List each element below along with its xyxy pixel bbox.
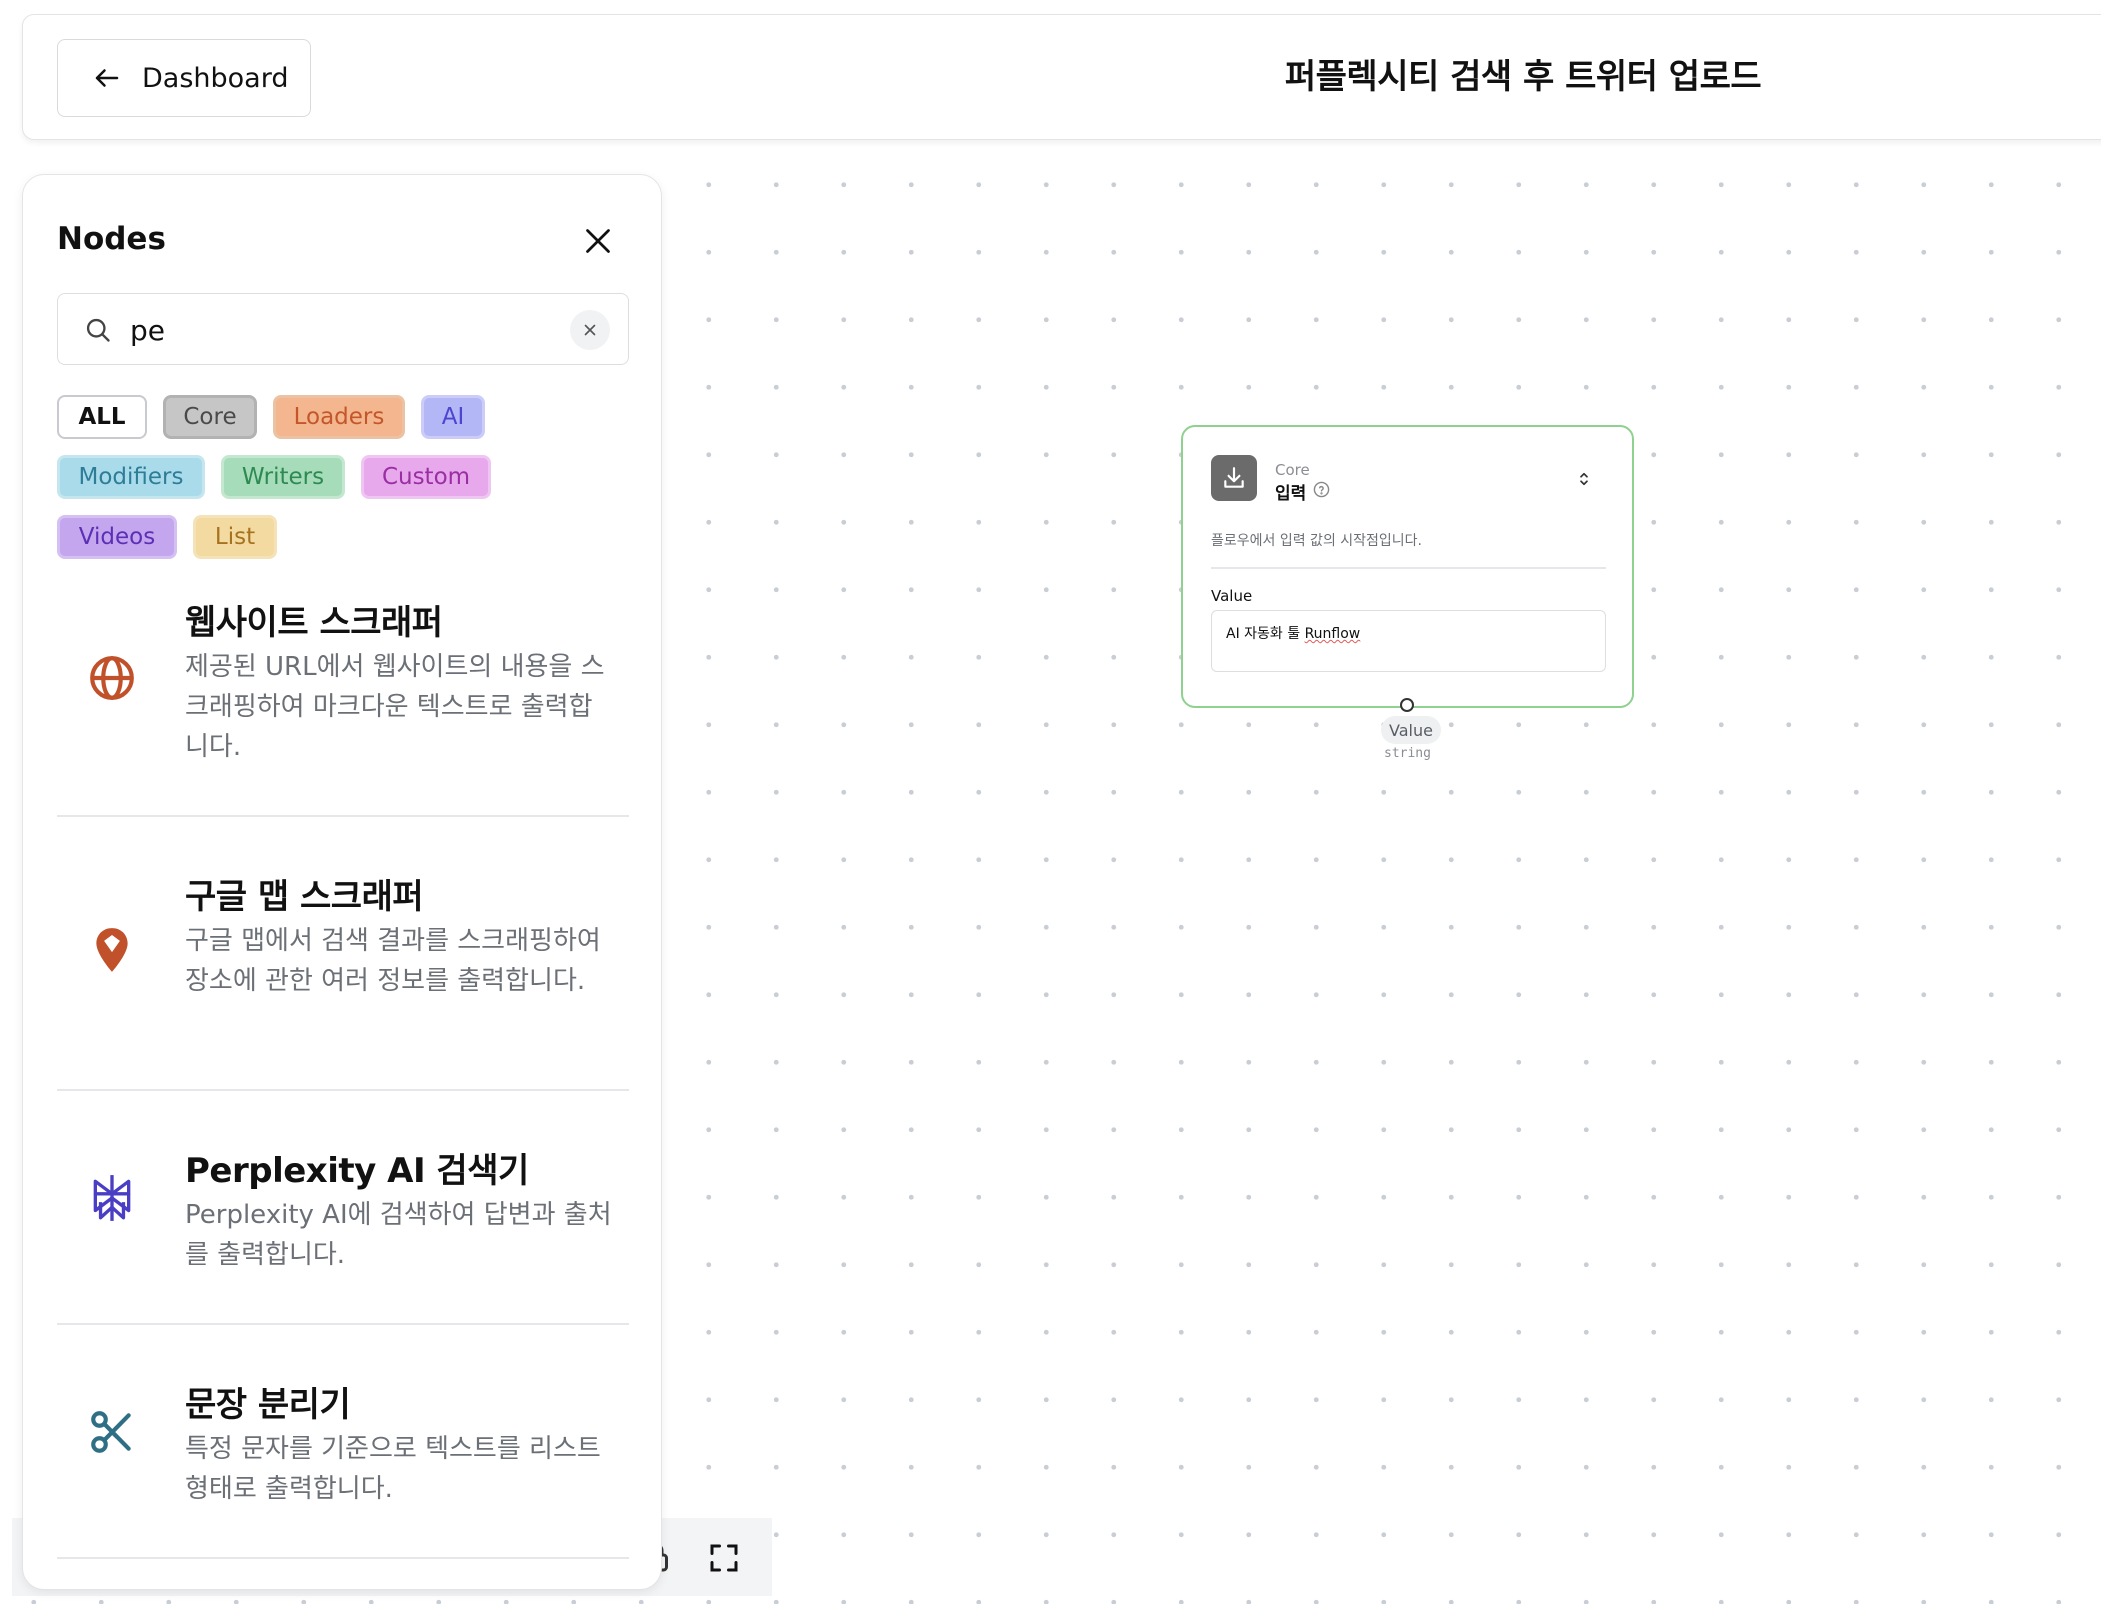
chevrons-up-down-icon[interactable] [1575, 469, 1593, 489]
search-icon [86, 318, 110, 342]
item-title: 구글 맵 스크래퍼 [185, 877, 424, 917]
close-icon[interactable] [580, 223, 616, 259]
list-item-sentence-splitter[interactable]: 문장 분리기 특정 문자를 기준으로 텍스트를 리스트 형태로 출력합니다. [57, 1377, 629, 1537]
value-field-label: Value [1211, 587, 1253, 605]
input-node[interactable]: Core 입력 플로우에서 입력 값의 시작점입니다. Value AI 자동화… [1181, 425, 1634, 708]
clear-search-button[interactable] [570, 310, 610, 350]
divider [57, 1323, 629, 1325]
scissors-icon [91, 1411, 131, 1453]
item-title: 문장 분리기 [185, 1385, 351, 1425]
filter-ai[interactable]: AI [421, 395, 485, 439]
filter-loaders[interactable]: Loaders [273, 395, 405, 439]
fullscreen-icon[interactable] [706, 1540, 742, 1576]
item-description: 구글 맵에서 검색 결과를 스크래핑하여 장소에 관한 여러 정보를 출력합니다… [185, 926, 601, 996]
output-type: string [1384, 746, 1431, 761]
value-text-marked: Runflow [1304, 626, 1361, 642]
panel-title: Nodes [57, 221, 166, 257]
node-description: 플로우에서 입력 값의 시작점입니다. [1211, 533, 1422, 549]
node-category: Core [1275, 461, 1310, 479]
filter-custom[interactable]: Custom [361, 455, 491, 499]
arrow-left-icon [95, 69, 119, 87]
search-input[interactable] [130, 308, 550, 352]
close-icon [584, 324, 596, 336]
list-item-perplexity-search[interactable]: Perplexity AI 검색기 Perplexity AI에 검색하여 답변… [57, 1143, 629, 1303]
filter-writers[interactable]: Writers [221, 455, 345, 499]
filter-all[interactable]: ALL [57, 395, 147, 439]
divider [1211, 567, 1606, 569]
filter-list[interactable]: List [193, 515, 277, 559]
list-item-website-scraper[interactable]: 웹사이트 스크래퍼 제공된 URL에서 웹사이트의 내용을 스크래핑하여 마크다… [57, 595, 629, 795]
item-description: 특정 문자를 기준으로 텍스트를 리스트 형태로 출력합니다. [185, 1434, 601, 1504]
back-to-dashboard-button[interactable]: Dashboard [57, 39, 311, 117]
item-description: 제공된 URL에서 웹사이트의 내용을 스크래핑하여 마크다운 텍스트로 출력합… [185, 652, 605, 762]
nodes-panel: Nodes ALL Core Loaders AI Modifiers Writ… [22, 174, 662, 1590]
output-handle[interactable] [1400, 698, 1414, 712]
top-bar: Dashboard 퍼플렉시티 검색 후 트위터 업로드 [22, 14, 2101, 140]
filter-videos[interactable]: Videos [57, 515, 177, 559]
map-pin-icon [96, 928, 128, 972]
divider [57, 1089, 629, 1091]
filter-core[interactable]: Core [163, 395, 257, 439]
value-input[interactable]: AI 자동화 툴 Runflow [1211, 610, 1606, 672]
output-label: Value [1381, 716, 1441, 744]
list-item-google-maps-scraper[interactable]: 구글 맵 스크래퍼 구글 맵에서 검색 결과를 스크래핑하여 장소에 관한 여러… [57, 869, 629, 1069]
divider [57, 1557, 629, 1559]
value-text: AI 자동화 툴 [1226, 626, 1305, 642]
item-description: Perplexity AI에 검색하여 답변과 출처를 출력합니다. [185, 1200, 612, 1270]
node-name: 입력 [1275, 484, 1307, 504]
globe-icon [90, 656, 134, 700]
perplexity-icon [93, 1175, 131, 1221]
flow-title[interactable]: 퍼플렉시티 검색 후 트위터 업로드 [1123, 49, 1923, 98]
node-icon-box [1211, 455, 1257, 501]
search-box [57, 293, 629, 365]
download-icon [1224, 467, 1244, 488]
back-button-label: Dashboard [142, 62, 289, 94]
item-title: 웹사이트 스크래퍼 [185, 603, 443, 643]
item-title: Perplexity AI 검색기 [185, 1151, 529, 1191]
filter-modifiers[interactable]: Modifiers [57, 455, 205, 499]
help-icon[interactable] [1313, 481, 1330, 498]
divider [57, 815, 629, 817]
